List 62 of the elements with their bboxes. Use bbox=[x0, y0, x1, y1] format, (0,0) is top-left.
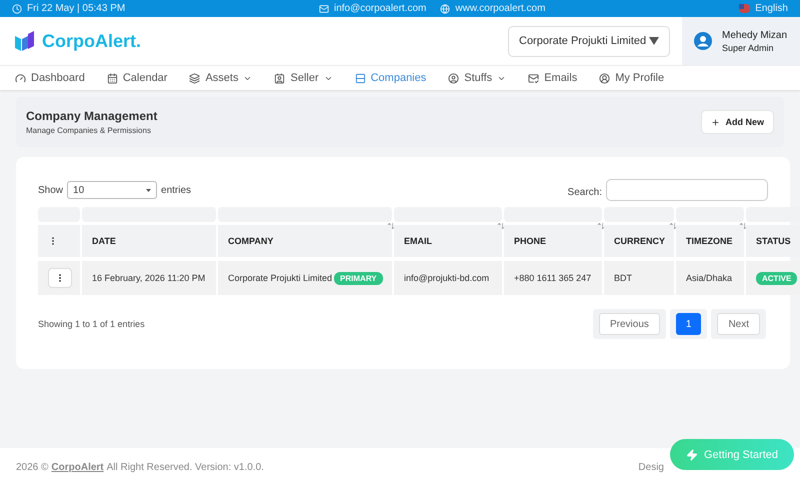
add-new-button[interactable]: Add New bbox=[701, 110, 774, 134]
caret-icon bbox=[649, 37, 659, 45]
mail-icon bbox=[318, 4, 329, 14]
copyright-text: All Right Reserved. Version: v1.0.0. bbox=[106, 462, 264, 472]
entries-info: Showing 1 to 1 of 1 entries bbox=[38, 319, 145, 329]
row-menu-button[interactable] bbox=[48, 268, 72, 288]
status-badge: ACTIVE bbox=[756, 272, 798, 284]
search-label: Search: bbox=[568, 186, 602, 198]
nav-item[interactable]: Stuffs bbox=[448, 72, 506, 84]
user-role: Super Admin bbox=[722, 42, 775, 52]
show-label: Show bbox=[38, 184, 64, 196]
column-header[interactable]: TIMEZONE bbox=[676, 225, 744, 257]
next-button[interactable]: Next bbox=[717, 313, 760, 335]
avatar-icon bbox=[694, 32, 712, 50]
profile-icon bbox=[599, 72, 610, 84]
calendar-icon bbox=[106, 72, 118, 84]
column-header[interactable]: EMAIL bbox=[394, 225, 502, 257]
page-button[interactable]: 1 bbox=[676, 313, 702, 335]
table-cell: 16 February, 2026 11:20 PM bbox=[92, 273, 206, 283]
caret-icon bbox=[146, 188, 152, 192]
nav-item[interactable]: Seller bbox=[274, 72, 333, 84]
mail-icon bbox=[528, 72, 540, 84]
design-credit: Desig bbox=[638, 462, 664, 472]
date-time-text: Fri 22 May | 05:43 PM bbox=[27, 3, 126, 14]
page-title: Company Management bbox=[26, 109, 158, 123]
search-field[interactable] bbox=[606, 179, 768, 201]
column-header[interactable]: PHONE bbox=[504, 225, 602, 257]
globe-icon bbox=[440, 4, 450, 14]
gauge-icon bbox=[15, 72, 26, 84]
company-select[interactable]: Corporate Projukti Limited bbox=[508, 26, 670, 56]
nav-item[interactable]: Emails bbox=[528, 72, 578, 84]
rows-icon bbox=[354, 72, 366, 84]
table-cell: Corporate Projukti Limited bbox=[228, 273, 332, 283]
plus-icon bbox=[711, 118, 720, 126]
page-size-select[interactable]: 10 bbox=[67, 181, 158, 199]
nav-item[interactable]: Dashboard bbox=[15, 72, 85, 84]
nav-item[interactable]: My Profile bbox=[599, 72, 664, 84]
page-subtitle: Manage Companies & Permissions bbox=[26, 126, 152, 135]
clock-icon bbox=[12, 4, 22, 14]
contact-card-icon bbox=[274, 72, 286, 84]
user-icon bbox=[448, 72, 460, 84]
table-cell: info@projukti-bd.com bbox=[404, 273, 490, 283]
column-header[interactable]: CURRENCY bbox=[604, 225, 674, 257]
nav-item[interactable]: Companies bbox=[354, 72, 426, 84]
column-header[interactable]: DATE bbox=[82, 225, 216, 257]
table-cell: BDT bbox=[614, 273, 632, 283]
logo-text: CorpoAlert. bbox=[42, 30, 141, 52]
logo-icon bbox=[14, 30, 36, 52]
nav-item[interactable]: Assets bbox=[189, 72, 252, 84]
nav-item[interactable]: Calendar bbox=[106, 72, 168, 84]
brand-link[interactable]: CorpoAlert bbox=[51, 462, 104, 472]
table-cell: Asia/Dhaka bbox=[686, 273, 732, 283]
entries-label: entries bbox=[161, 184, 192, 196]
table-cell: +880 1611 365 247 bbox=[514, 273, 592, 283]
lightning-icon bbox=[686, 448, 698, 460]
primary-badge: PRIMARY bbox=[334, 272, 383, 284]
user-name: Mehedy Mizan bbox=[722, 30, 788, 40]
column-header[interactable]: COMPANY bbox=[218, 225, 392, 257]
copyright-year: 2026 © bbox=[16, 462, 48, 472]
layers-icon bbox=[189, 72, 200, 84]
flag-icon bbox=[739, 4, 750, 13]
previous-button[interactable]: Previous bbox=[598, 313, 660, 335]
